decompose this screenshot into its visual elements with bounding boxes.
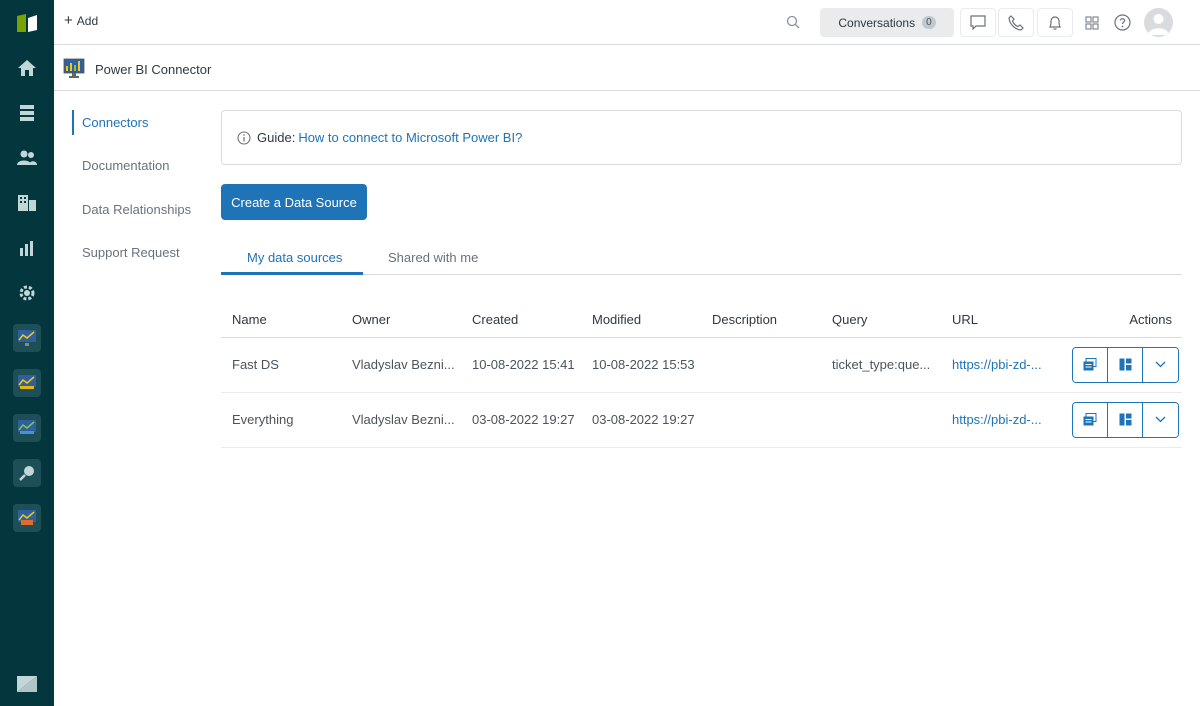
chevron-down-icon	[1155, 361, 1166, 368]
guide-prefix: Guide:	[257, 130, 296, 145]
cell-created: 03-08-2022 19:27	[461, 392, 581, 448]
power-bi-connector-logo-icon	[63, 58, 85, 78]
column-header-description[interactable]: Description	[701, 302, 821, 338]
table-row: Fast DS Vladyslav Bezni... 10-08-2022 15…	[221, 337, 1182, 393]
cell-description	[701, 392, 821, 448]
copy-button[interactable]	[1073, 402, 1108, 437]
app-powerbi-4-icon[interactable]	[13, 504, 41, 532]
app-powerbi-1-icon[interactable]	[13, 324, 41, 352]
guide-link[interactable]: How to connect to Microsoft Power BI?	[298, 130, 522, 145]
top-bar: + Add Conversations 0	[54, 0, 1200, 45]
app-magnifier-icon[interactable]	[13, 459, 41, 487]
side-menu: Connectors Documentation Data Relationsh…	[72, 110, 212, 283]
side-item-data-relationships[interactable]: Data Relationships	[72, 197, 212, 240]
cell-actions	[1061, 392, 1182, 448]
copy-icon	[1083, 358, 1097, 371]
data-sources-table: Name Owner Created Modified Description …	[221, 302, 1182, 448]
cell-name: Everything	[221, 392, 341, 448]
row-action-group	[1072, 401, 1179, 438]
home-icon[interactable]	[13, 54, 41, 82]
cell-created: 10-08-2022 15:41	[461, 337, 581, 393]
create-data-source-button[interactable]: Create a Data Source	[221, 184, 367, 220]
chevron-down-icon	[1155, 416, 1166, 423]
zendesk-product-logo-icon[interactable]	[15, 12, 39, 34]
more-actions-button[interactable]	[1143, 347, 1178, 382]
cell-url-link[interactable]: https://pbi-zd-...	[941, 337, 1061, 393]
bell-icon[interactable]	[1037, 8, 1073, 37]
phone-icon[interactable]	[998, 8, 1034, 37]
side-item-connectors[interactable]: Connectors	[72, 110, 212, 135]
dashboard-button[interactable]	[1108, 347, 1143, 382]
cell-modified: 10-08-2022 15:53	[581, 337, 701, 393]
table-header-row: Name Owner Created Modified Description …	[221, 302, 1182, 338]
cell-actions	[1061, 337, 1182, 393]
column-header-owner[interactable]: Owner	[341, 302, 461, 338]
admin-gear-icon[interactable]	[13, 279, 41, 307]
cell-query: ticket_type:que...	[821, 337, 941, 393]
active-tab-indicator	[221, 272, 363, 275]
table-row: Everything Vladyslav Bezni... 03-08-2022…	[221, 392, 1182, 448]
more-actions-button[interactable]	[1143, 402, 1178, 437]
cell-owner: Vladyslav Bezni...	[341, 392, 461, 448]
cell-owner: Vladyslav Bezni...	[341, 337, 461, 393]
chat-icon[interactable]	[960, 8, 996, 37]
plus-icon: +	[64, 12, 73, 29]
data-source-tabs: My data sources Shared with me	[221, 242, 1182, 275]
app-title: Power BI Connector	[95, 62, 212, 77]
dashboard-button[interactable]	[1108, 402, 1143, 437]
cell-modified: 03-08-2022 19:27	[581, 392, 701, 448]
column-header-created[interactable]: Created	[461, 302, 581, 338]
column-header-modified[interactable]: Modified	[581, 302, 701, 338]
column-header-name[interactable]: Name	[221, 302, 341, 338]
customers-icon[interactable]	[13, 144, 41, 172]
conversations-button[interactable]: Conversations 0	[820, 8, 954, 37]
side-item-documentation[interactable]: Documentation	[72, 153, 212, 196]
column-header-actions: Actions	[1061, 302, 1182, 338]
copy-button[interactable]	[1073, 347, 1108, 382]
side-item-support-request[interactable]: Support Request	[72, 240, 212, 283]
search-icon[interactable]	[786, 15, 800, 29]
row-action-group	[1072, 346, 1179, 383]
column-header-url[interactable]: URL	[941, 302, 1061, 338]
guide-banner: Guide: How to connect to Microsoft Power…	[221, 110, 1182, 165]
add-label: Add	[76, 14, 99, 28]
info-icon	[237, 130, 251, 145]
column-header-query[interactable]: Query	[821, 302, 941, 338]
reporting-icon[interactable]	[13, 234, 41, 262]
tab-my-data-sources[interactable]: My data sources	[247, 250, 342, 265]
cell-description	[701, 337, 821, 393]
copy-icon	[1083, 413, 1097, 426]
app-powerbi-3-icon[interactable]	[13, 414, 41, 442]
app-powerbi-2-icon[interactable]	[13, 369, 41, 397]
help-icon[interactable]	[1104, 8, 1140, 37]
organizations-icon[interactable]	[13, 189, 41, 217]
dashboard-icon	[1119, 358, 1131, 371]
conversations-label: Conversations	[838, 15, 916, 30]
app-header: Power BI Connector	[54, 45, 1200, 91]
avatar[interactable]	[1144, 8, 1173, 37]
dashboard-icon	[1119, 413, 1131, 426]
tab-shared-with-me[interactable]: Shared with me	[388, 250, 478, 265]
cell-query	[821, 392, 941, 448]
conversations-count-badge: 0	[922, 16, 936, 29]
cell-url-link[interactable]: https://pbi-zd-...	[941, 392, 1061, 448]
cell-name: Fast DS	[221, 337, 341, 393]
views-icon[interactable]	[13, 99, 41, 127]
zendesk-logo-icon[interactable]	[15, 672, 39, 696]
add-button[interactable]: + Add	[64, 12, 99, 29]
left-navigation	[0, 0, 54, 706]
